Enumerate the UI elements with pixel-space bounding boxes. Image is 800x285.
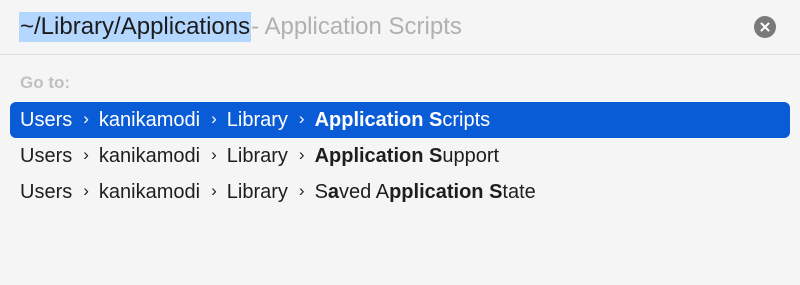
- path-segment: kanikamodi: [98, 108, 201, 131]
- typed-path-text: ~/Library/Applications: [19, 12, 252, 42]
- chevron-right-icon: ›: [83, 109, 89, 128]
- chevron-right-icon: ›: [298, 181, 305, 200]
- path-segment: kanikamodi: [98, 180, 201, 203]
- unmatched-text: upport: [442, 144, 500, 167]
- folder-name: Application Support: [315, 145, 500, 168]
- autocomplete-suggestion-text: - Application Scripts: [251, 13, 462, 40]
- chevron-right-icon: ›: [298, 109, 305, 128]
- folder-name: Application Scripts: [315, 109, 491, 132]
- path-input[interactable]: ~/Library/Applications - Application Scr…: [19, 12, 462, 42]
- divider: [0, 54, 800, 55]
- result-row[interactable]: Users › kanikamodi › Library › Saved Applicati…: [10, 174, 790, 210]
- unmatched-text: S: [314, 180, 328, 203]
- results-list: Users › kanikamodi › Library › Application Scr…: [10, 102, 790, 210]
- chevron-right-icon: ›: [211, 109, 217, 128]
- chevron-right-icon: ›: [211, 145, 217, 164]
- matched-text: Application S: [314, 144, 443, 167]
- path-segment: Library: [226, 144, 288, 167]
- chevron-right-icon: ›: [211, 181, 217, 200]
- path-segment: Users: [20, 180, 73, 203]
- close-icon: [760, 22, 770, 32]
- result-row-selected[interactable]: Users › kanikamodi › Library › Application Scr…: [10, 102, 790, 138]
- chevron-right-icon: ›: [83, 181, 89, 200]
- path-segment: Library: [226, 180, 288, 203]
- unmatched-text: tate: [502, 180, 536, 203]
- unmatched-text: ved A: [339, 180, 390, 203]
- clear-button[interactable]: [754, 16, 776, 38]
- result-row[interactable]: Users › kanikamodi › Library › Application Sup…: [10, 138, 790, 174]
- folder-name: Saved Application State: [315, 181, 536, 204]
- path-segment: Users: [20, 108, 73, 131]
- matched-text: pplication S: [389, 180, 503, 203]
- chevron-right-icon: ›: [83, 145, 89, 164]
- path-segment: Library: [226, 108, 288, 131]
- go-to-label: Go to:: [20, 73, 71, 92]
- matched-text: Application S: [314, 108, 443, 131]
- search-bar: ~/Library/Applications - Application Scr…: [0, 0, 800, 54]
- go-to-folder-panel: ~/Library/Applications - Application Scr…: [0, 0, 800, 285]
- path-segment: kanikamodi: [98, 144, 201, 167]
- chevron-right-icon: ›: [298, 145, 305, 164]
- unmatched-text: cripts: [442, 108, 491, 131]
- matched-text: a: [327, 180, 340, 203]
- path-segment: Users: [20, 144, 73, 167]
